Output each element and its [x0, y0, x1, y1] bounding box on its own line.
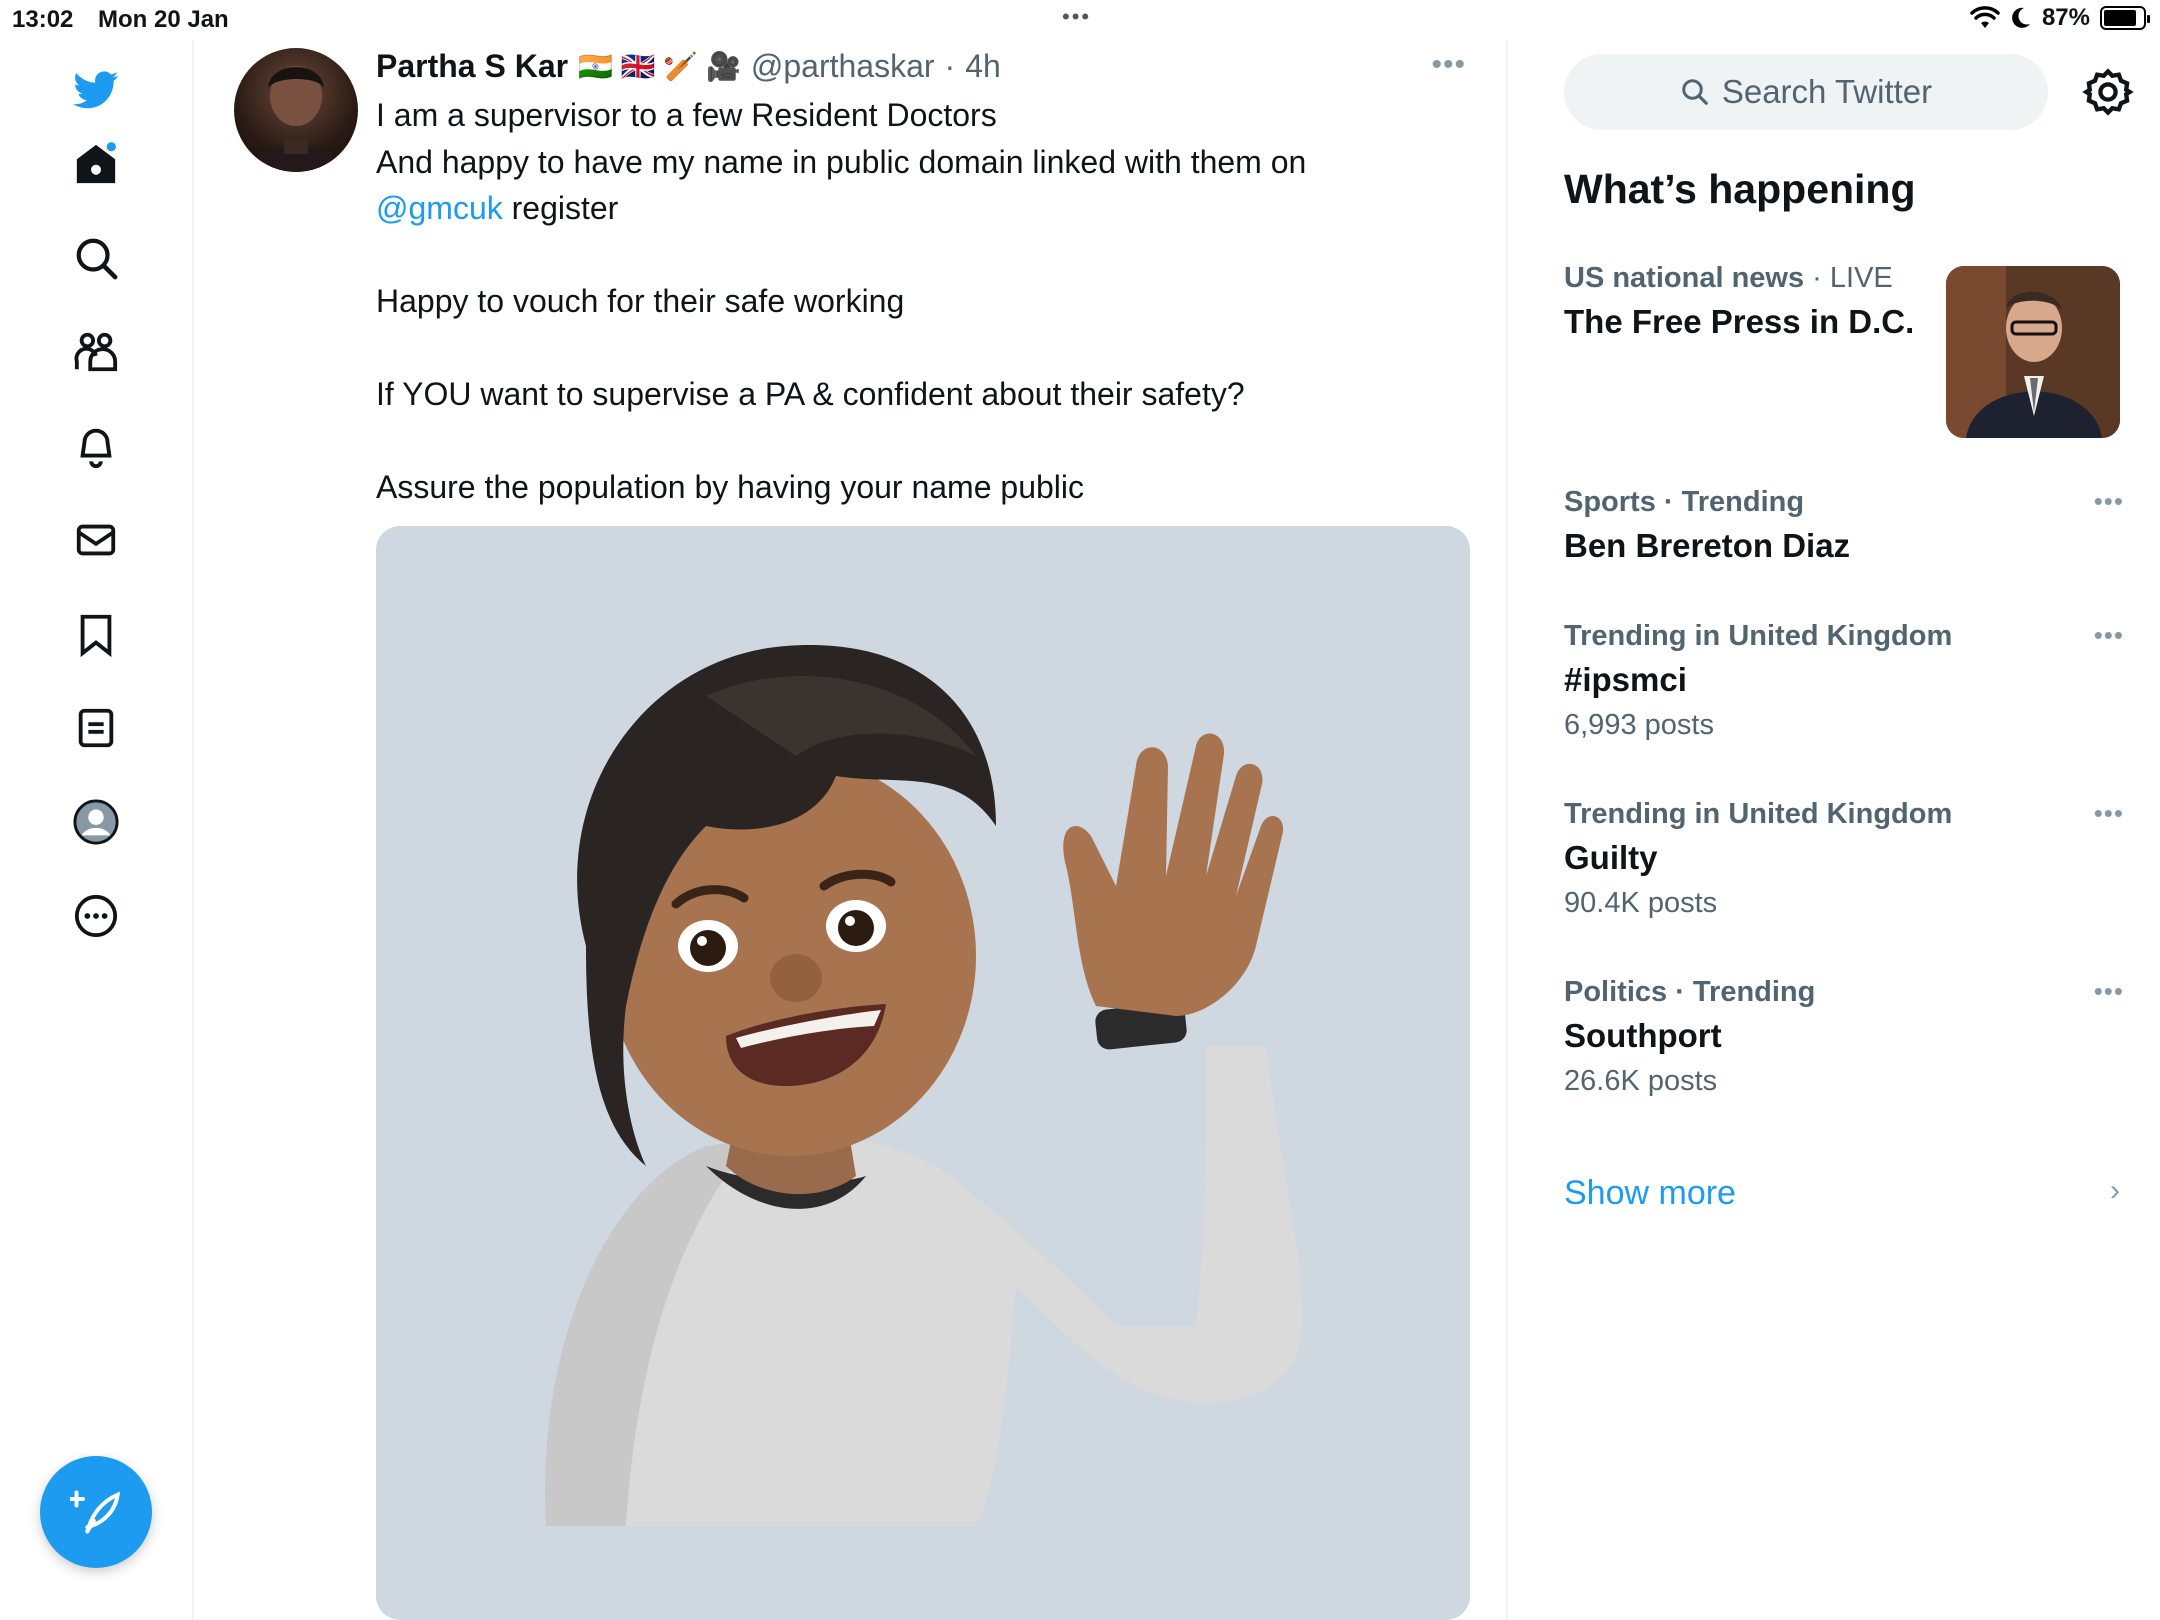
tweet-line: If YOU want to supervise a PA & confiden…	[376, 376, 1245, 412]
trend-name: #ipsmci	[1564, 661, 1687, 698]
news-separator: ·	[1812, 262, 1822, 294]
trend-more-button[interactable]: •••	[2094, 976, 2124, 1007]
show-more-link[interactable]: Show more ›	[1564, 1174, 2124, 1213]
trend-category: Trending in United Kingdom	[1564, 798, 1953, 830]
tweet-line: Assure the population by having your nam…	[376, 469, 1084, 505]
tweet-line: I am a supervisor to a few Resident Doct…	[376, 97, 997, 133]
tweet-line: Happy to vouch for their safe working	[376, 283, 905, 319]
news-thumbnail[interactable]	[1946, 266, 2120, 438]
trend-item[interactable]: Trending in United Kingdom #ipsmci 6,993…	[1564, 620, 2124, 742]
left-nav	[0, 40, 194, 1620]
author-handle[interactable]: @parthaskar	[751, 48, 935, 85]
tweet-line-rest: register	[502, 190, 619, 226]
right-sidebar: Search Twitter What’s happening US natio…	[1510, 40, 2160, 1620]
trend-more-button[interactable]: •••	[2094, 798, 2124, 829]
trend-post-count: 6,993 posts	[1564, 709, 1714, 741]
trend-post-count: 90.4K posts	[1564, 887, 1718, 919]
mention-link[interactable]: @gmcuk	[376, 190, 503, 226]
news-status: LIVE	[1829, 262, 1893, 294]
tweet-header: Partha S Kar 🇮🇳 🇬🇧 🏏 🎥 @parthaskar · 4h	[376, 42, 1001, 90]
news-headline: The Free Press in D.C.	[1564, 303, 1915, 340]
trend-item[interactable]: Sports · Trending Ben Brereton Diaz •••	[1564, 486, 2124, 565]
memoji-waving-image	[545, 645, 1303, 1526]
lists-icon[interactable]	[66, 698, 126, 758]
compose-button[interactable]	[40, 1456, 152, 1568]
search-input[interactable]: Search Twitter	[1564, 54, 2048, 130]
trend-more-button[interactable]: •••	[2094, 620, 2124, 651]
trend-post-count: 26.6K posts	[1564, 1065, 1718, 1097]
status-date: Mon 20 Jan	[98, 6, 229, 33]
more-icon[interactable]	[66, 886, 126, 946]
messages-icon[interactable]	[66, 510, 126, 570]
tweet-timestamp[interactable]: 4h	[965, 48, 1001, 85]
battery-icon	[2100, 6, 2150, 30]
explore-icon[interactable]	[66, 228, 126, 288]
trend-name: Southport	[1564, 1017, 1722, 1054]
trend-name: Ben Brereton Diaz	[1564, 527, 1851, 564]
trend-item[interactable]: Politics · Trending Southport 26.6K post…	[1564, 976, 2124, 1098]
moon-icon	[2012, 7, 2030, 28]
trend-item[interactable]: Trending in United Kingdom Guilty 90.4K …	[1564, 798, 2124, 920]
trend-category: Politics · Trending	[1564, 976, 1816, 1008]
tweet-media[interactable]	[376, 526, 1470, 1620]
communities-icon[interactable]	[66, 322, 126, 382]
home-icon[interactable]	[66, 134, 126, 194]
tweet-line: @gmcuk register	[376, 185, 1416, 232]
author-avatar[interactable]	[234, 48, 358, 172]
search-placeholder: Search Twitter	[1721, 73, 1933, 110]
tweet-line: And happy to have my name in public doma…	[376, 143, 1307, 180]
compose-icon	[70, 1490, 121, 1534]
tweet-detail: Partha S Kar 🇮🇳 🇬🇧 🏏 🎥 @parthaskar · 4h …	[196, 40, 1508, 1620]
profile-icon[interactable]	[66, 792, 126, 852]
section-title: What’s happening	[1564, 166, 1916, 212]
tweet-more-button[interactable]: •••	[1431, 48, 1466, 82]
battery-percent: 87%	[2041, 4, 2090, 31]
trend-more-button[interactable]: •••	[2094, 486, 2124, 517]
trend-name: Guilty	[1564, 839, 1658, 876]
status-time: 13:02	[12, 6, 74, 33]
trend-category: Sports · Trending	[1564, 486, 1805, 518]
gear-icon[interactable]	[2082, 66, 2134, 118]
tweet-text: I am a supervisor to a few Resident Doct…	[376, 92, 1416, 511]
status-right: 87%	[1970, 4, 2150, 32]
twitter-logo-icon[interactable]	[66, 60, 126, 120]
author-flair: 🇮🇳 🇬🇧 🏏 🎥	[578, 50, 741, 82]
show-more-label: Show more	[1564, 1174, 1736, 1212]
chevron-right-icon: ›	[2110, 1174, 2120, 1207]
separator-dot: ·	[944, 47, 956, 84]
author-name[interactable]: Partha S Kar	[376, 48, 568, 85]
wifi-icon	[1970, 6, 2000, 28]
multitask-handle[interactable]: •••	[1062, 4, 1091, 30]
bookmarks-icon[interactable]	[66, 604, 126, 664]
trend-category: Trending in United Kingdom	[1564, 620, 1953, 652]
news-meta: US national news · LIVE	[1564, 262, 1944, 295]
notifications-icon[interactable]	[66, 416, 126, 476]
search-icon	[1682, 79, 1708, 105]
news-item[interactable]: US national news · LIVE The Free Press i…	[1564, 262, 1944, 341]
status-bar: 13:02 Mon 20 Jan ••• 87%	[0, 0, 2160, 40]
news-category: US national news	[1564, 262, 1805, 294]
